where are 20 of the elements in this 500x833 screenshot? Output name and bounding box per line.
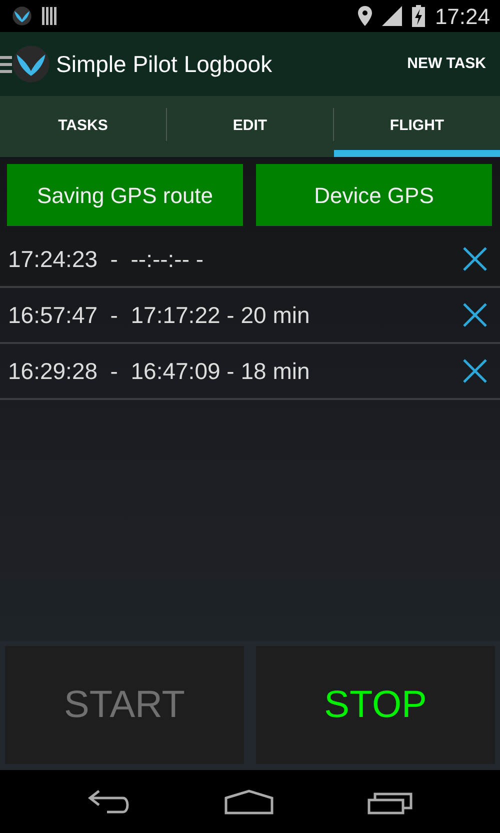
back-icon[interactable] bbox=[86, 788, 131, 814]
home-icon[interactable] bbox=[224, 788, 274, 814]
flight-time-text: 16:29:28 - 16:47:09 - 18 min bbox=[8, 356, 310, 386]
gps-button[interactable]: Saving GPS route bbox=[7, 164, 243, 226]
tab[interactable]: TASKS bbox=[0, 96, 166, 157]
barcode-icon bbox=[42, 7, 58, 25]
app-logo-icon[interactable] bbox=[12, 45, 50, 83]
flight-time-text: 17:24:23 - --:--:-- - bbox=[8, 244, 204, 274]
new-task-button[interactable]: NEW TASK bbox=[403, 44, 490, 84]
tab[interactable]: EDIT bbox=[167, 96, 333, 157]
location-icon bbox=[358, 6, 372, 26]
signal-icon bbox=[382, 6, 402, 26]
flight-time-text: 16:57:47 - 17:17:22 - 20 min bbox=[8, 300, 310, 330]
battery-icon bbox=[412, 5, 425, 27]
app-logo-icon bbox=[12, 6, 32, 26]
gps-button[interactable]: Device GPS bbox=[256, 164, 492, 226]
control-button[interactable]: STOP bbox=[256, 646, 495, 764]
status-time: 17:24 bbox=[434, 2, 490, 30]
menu-icon[interactable] bbox=[0, 54, 12, 74]
app-title: Simple Pilot Logbook bbox=[56, 50, 272, 79]
